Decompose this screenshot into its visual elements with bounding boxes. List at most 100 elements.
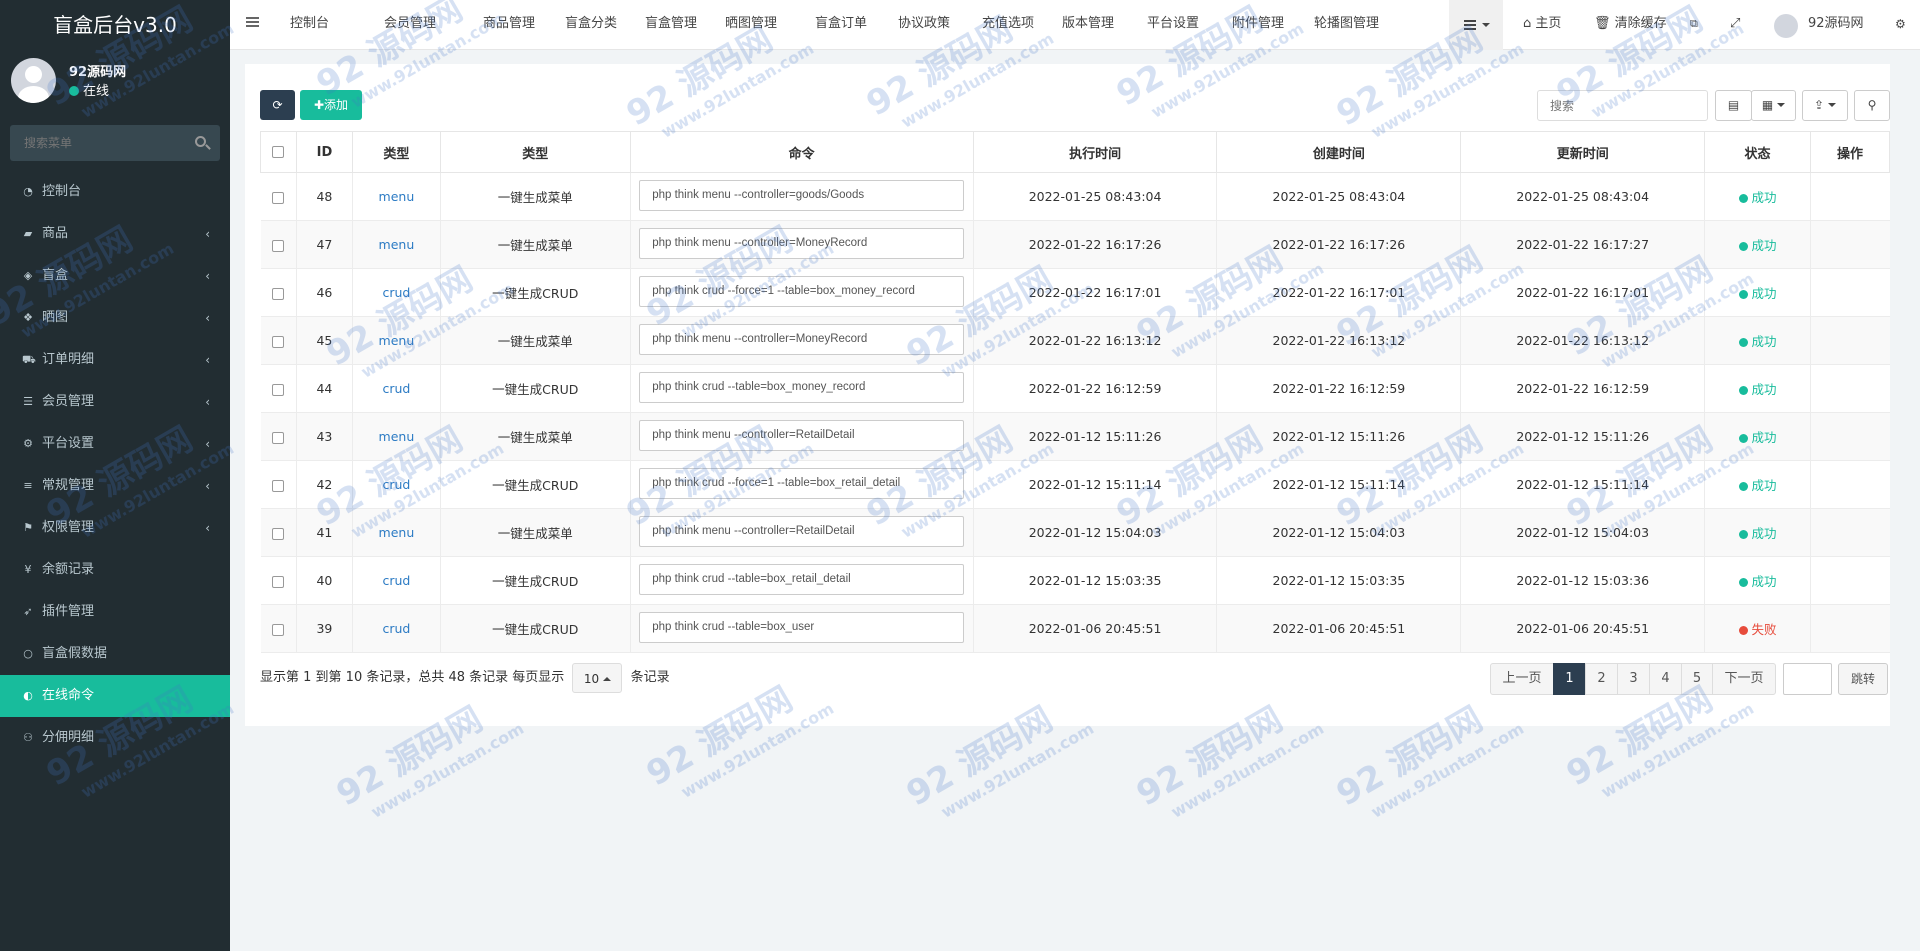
status-badge[interactable]: 失败 bbox=[1738, 622, 1777, 637]
command-field[interactable]: php think crud --force=1 --table=box_ret… bbox=[639, 467, 965, 499]
export-button[interactable]: ⇪ bbox=[1802, 90, 1848, 121]
row-checkbox[interactable] bbox=[272, 239, 285, 252]
top-user-avatar[interactable] bbox=[1774, 14, 1798, 38]
sidebar-item-8[interactable]: ⚑ 权限管理 ‹ bbox=[0, 507, 230, 549]
top-nav-item-8[interactable]: 充值选项 bbox=[982, 0, 1034, 50]
header-exec-time[interactable]: 执行时间 bbox=[972, 131, 1218, 173]
sidebar-item-6[interactable]: ⚙ 平台设置 ‹ bbox=[0, 423, 230, 465]
top-nav-item-7[interactable]: 协议政策 bbox=[898, 0, 950, 50]
toggle-view-button[interactable]: ▤ bbox=[1715, 90, 1752, 121]
status-badge[interactable]: 成功 bbox=[1738, 382, 1777, 397]
sidebar-item-7[interactable]: ≡ 常规管理 ‹ bbox=[0, 465, 230, 507]
status-badge[interactable]: 成功 bbox=[1738, 430, 1777, 445]
top-nav-item-2[interactable]: 商品管理 bbox=[483, 0, 535, 50]
add-button[interactable]: ✚添加 bbox=[300, 90, 362, 120]
top-nav-item-0[interactable]: 控制台 bbox=[290, 0, 329, 50]
page-1-button[interactable]: 1 bbox=[1553, 663, 1586, 695]
page-3-button[interactable]: 3 bbox=[1617, 663, 1650, 695]
sidebar-toggle-icon[interactable] bbox=[246, 17, 259, 19]
top-nav-item-3[interactable]: 盲盒分类 bbox=[565, 0, 617, 50]
top-nav-item-1[interactable]: 会员管理 bbox=[384, 0, 436, 50]
row-checkbox[interactable] bbox=[272, 479, 285, 492]
translate-icon[interactable]: ⧉ bbox=[1690, 0, 1698, 50]
command-field[interactable]: php think menu --controller=MoneyRecord bbox=[639, 227, 965, 259]
top-nav-item-6[interactable]: 盲盒订单 bbox=[815, 0, 867, 50]
header-status[interactable]: 状态 bbox=[1704, 131, 1812, 173]
jump-page-input[interactable] bbox=[1783, 663, 1832, 695]
type-link[interactable]: crud bbox=[382, 621, 410, 636]
search-icon[interactable] bbox=[195, 136, 206, 147]
app-logo[interactable]: 盲盒后台v3.0 bbox=[0, 0, 230, 50]
type-link[interactable]: menu bbox=[379, 237, 415, 252]
row-checkbox[interactable] bbox=[272, 287, 285, 300]
next-page-button[interactable]: 下一页 bbox=[1712, 663, 1776, 695]
row-checkbox[interactable] bbox=[272, 191, 285, 204]
jump-button[interactable]: 跳转 bbox=[1838, 663, 1888, 695]
top-nav-item-4[interactable]: 盲盒管理 bbox=[645, 0, 697, 50]
header-id[interactable]: ID bbox=[295, 131, 353, 173]
top-nav-item-11[interactable]: 附件管理 bbox=[1232, 0, 1284, 50]
command-field[interactable]: php think menu --controller=MoneyRecord bbox=[639, 323, 965, 355]
top-nav-item-10[interactable]: 平台设置 bbox=[1147, 0, 1199, 50]
select-all-checkbox[interactable] bbox=[272, 146, 285, 158]
type-link[interactable]: menu bbox=[379, 429, 415, 444]
clear-cache-button[interactable]: 🗑 清除缓存 bbox=[1594, 0, 1667, 50]
settings-gear-icon[interactable]: ⚙ bbox=[1895, 0, 1906, 50]
row-checkbox[interactable] bbox=[272, 335, 285, 348]
command-field[interactable]: php think crud --force=1 --table=box_mon… bbox=[639, 275, 965, 307]
sidebar-item-3[interactable]: ❖ 晒图 ‹ bbox=[0, 297, 230, 339]
prev-page-button[interactable]: 上一页 bbox=[1490, 663, 1554, 695]
advanced-search-button[interactable]: ⚲ bbox=[1854, 90, 1890, 121]
type-link[interactable]: menu bbox=[379, 333, 415, 348]
row-checkbox[interactable] bbox=[272, 527, 285, 540]
table-search-input[interactable] bbox=[1537, 90, 1708, 121]
header-type-name[interactable]: 类型 bbox=[439, 131, 631, 173]
home-link[interactable]: ⌂ 主页 bbox=[1523, 0, 1561, 50]
top-nav-item-5[interactable]: 晒图管理 bbox=[725, 0, 777, 50]
type-link[interactable]: crud bbox=[382, 381, 410, 396]
row-checkbox[interactable] bbox=[272, 431, 285, 444]
type-link[interactable]: menu bbox=[379, 189, 415, 204]
sidebar-item-4[interactable]: ⛟ 订单明细 ‹ bbox=[0, 339, 230, 381]
sidebar-item-0[interactable]: ◔ 控制台 bbox=[0, 171, 230, 213]
sidebar-item-10[interactable]: ➶ 插件管理 bbox=[0, 591, 230, 633]
columns-button[interactable]: ▦ bbox=[1751, 90, 1796, 121]
status-badge[interactable]: 成功 bbox=[1738, 190, 1777, 205]
header-created-time[interactable]: 创建时间 bbox=[1216, 131, 1462, 173]
type-link[interactable]: crud bbox=[382, 285, 410, 300]
sidebar-item-11[interactable]: ○ 盲盒假数据 bbox=[0, 633, 230, 675]
type-link[interactable]: menu bbox=[379, 525, 415, 540]
command-field[interactable]: php think crud --table=box_money_record bbox=[639, 371, 965, 403]
row-checkbox[interactable] bbox=[272, 623, 285, 636]
refresh-button[interactable]: ⟳ bbox=[260, 90, 295, 120]
page-size-select[interactable]: 10 bbox=[572, 663, 623, 693]
top-username[interactable]: 92源码网 bbox=[1808, 0, 1864, 50]
sidebar-item-1[interactable]: ▰ 商品 ‹ bbox=[0, 213, 230, 255]
fullscreen-icon[interactable]: ⤢ bbox=[1730, 0, 1740, 50]
row-checkbox[interactable] bbox=[272, 575, 285, 588]
sidebar-item-5[interactable]: ☰ 会员管理 ‹ bbox=[0, 381, 230, 423]
top-nav-item-9[interactable]: 版本管理 bbox=[1062, 0, 1114, 50]
sidebar-item-13[interactable]: ⚇ 分佣明细 bbox=[0, 717, 230, 759]
command-field[interactable]: php think menu --controller=RetailDetail bbox=[639, 419, 965, 451]
top-nav-item-12[interactable]: 轮播图管理 bbox=[1314, 0, 1379, 50]
command-field[interactable]: php think menu --controller=goods/Goods bbox=[639, 179, 965, 211]
header-updated-time[interactable]: 更新时间 bbox=[1460, 131, 1706, 173]
status-badge[interactable]: 成功 bbox=[1738, 526, 1777, 541]
type-link[interactable]: crud bbox=[382, 477, 410, 492]
sidebar-item-2[interactable]: ◈ 盲盒 ‹ bbox=[0, 255, 230, 297]
page-4-button[interactable]: 4 bbox=[1649, 663, 1682, 695]
status-badge[interactable]: 成功 bbox=[1738, 238, 1777, 253]
menu-search-input[interactable] bbox=[10, 125, 180, 161]
status-badge[interactable]: 成功 bbox=[1738, 574, 1777, 589]
command-field[interactable]: php think crud --table=box_retail_detail bbox=[639, 563, 965, 595]
nav-dropdown-button[interactable] bbox=[1449, 0, 1503, 50]
page-2-button[interactable]: 2 bbox=[1585, 663, 1618, 695]
page-5-button[interactable]: 5 bbox=[1681, 663, 1713, 695]
status-badge[interactable]: 成功 bbox=[1738, 334, 1777, 349]
sidebar-item-9[interactable]: ¥ 余额记录 bbox=[0, 549, 230, 591]
type-link[interactable]: crud bbox=[382, 573, 410, 588]
command-field[interactable]: php think crud --table=box_user bbox=[639, 611, 965, 643]
header-type[interactable]: 类型 bbox=[351, 131, 441, 173]
status-badge[interactable]: 成功 bbox=[1738, 286, 1777, 301]
